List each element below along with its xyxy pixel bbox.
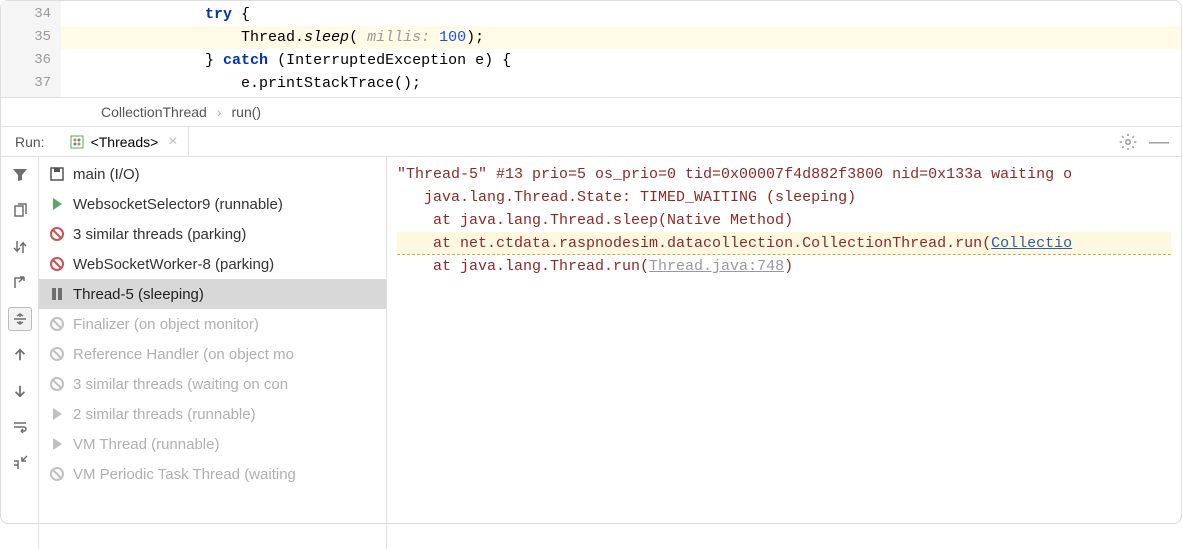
thread-label: WebSocketWorker-8 (parking) [73,256,274,273]
run-label: Run: [1,134,59,150]
thread-list[interactable]: main (I/O) WebsocketSelector9 (runnable) 3… [39,157,387,549]
copy-icon[interactable] [8,199,32,223]
code-line[interactable]: try { [61,3,1181,26]
thread-label: 3 similar threads (parking) [73,226,246,243]
thread-row[interactable]: Thread-5 (sleeping) [39,279,386,309]
tab-label: <Threads> [91,134,159,150]
gutter-line: 34 [7,3,51,26]
tab-threads[interactable]: <Threads> × [59,127,189,156]
code-line[interactable]: Thread.sleep( millis: 100); [61,26,1181,49]
thread-row[interactable]: VM Thread (runnable) [39,429,386,459]
socket-icon [49,346,65,362]
exit-icon[interactable] [8,451,32,475]
thread-label: WebsocketSelector9 (runnable) [73,196,283,213]
gear-icon[interactable] [1119,133,1137,151]
run-icon [49,196,65,212]
socket-icon [49,226,65,242]
close-icon[interactable]: × [168,133,177,151]
thread-label: VM Thread (runnable) [73,436,219,453]
down-arrow-icon[interactable] [8,379,32,403]
stack-trace-line[interactable]: java.lang.Thread.State: TIMED_WAITING (s… [397,186,1171,209]
breadcrumb[interactable]: CollectionThread › run() [1,98,1181,127]
socket-icon [49,376,65,392]
thread-row[interactable]: main (I/O) [39,159,386,189]
hide-icon[interactable]: — [1149,137,1169,147]
thread-row[interactable]: Reference Handler (on object mo [39,339,386,369]
thread-label: 3 similar threads (waiting on con [73,376,288,393]
thread-label: Finalizer (on object monitor) [73,316,259,333]
thread-row[interactable]: 3 similar threads (waiting on con [39,369,386,399]
socket-icon [49,316,65,332]
stack-trace-line[interactable]: at net.ctdata.raspnodesim.datacollection… [397,232,1171,255]
socket-icon [49,466,65,482]
thread-label: VM Periodic Task Thread (waiting [73,466,296,483]
sort-icon[interactable] [8,235,32,259]
run-header: Run: <Threads> × — [1,127,1181,157]
gutter-line: 36 [7,49,51,72]
thread-row[interactable]: WebSocketWorker-8 (parking) [39,249,386,279]
editor: 34353637 try { Thread.sleep( millis: 100… [1,1,1181,98]
code-line[interactable]: e.printStackTrace(); [61,72,1181,95]
thread-label: 2 similar threads (runnable) [73,406,256,423]
chevron-right-icon: › [217,104,222,120]
stack-trace-line[interactable]: "Thread-5" #13 prio=5 os_prio=0 tid=0x00… [397,163,1171,186]
thread-row[interactable]: Finalizer (on object monitor) [39,309,386,339]
line-gutter: 34353637 [1,1,61,97]
thread-dump-panel[interactable]: "Thread-5" #13 prio=5 os_prio=0 tid=0x00… [387,157,1181,549]
source-link[interactable]: Collectio [991,235,1072,252]
thread-row[interactable]: 3 similar threads (parking) [39,219,386,249]
breadcrumb-method[interactable]: run() [232,104,262,120]
thread-label: Thread-5 (sleeping) [73,286,204,303]
code-line[interactable]: } catch (InterruptedException e) { [61,49,1181,72]
source-link[interactable]: Thread.java:748 [649,258,784,275]
code-content[interactable]: try { Thread.sleep( millis: 100); } catc… [61,1,1181,97]
save-icon [49,166,65,182]
gutter-line: 37 [7,72,51,95]
run-toolwindow: main (I/O) WebsocketSelector9 (runnable) 3… [1,157,1181,549]
breadcrumb-class[interactable]: CollectionThread [101,104,207,120]
thread-row[interactable]: VM Periodic Task Thread (waiting [39,459,386,489]
pause-icon [49,286,65,302]
vertical-toolbar [1,157,39,549]
wrap-icon[interactable] [8,415,32,439]
split-icon[interactable] [8,307,32,331]
thread-row[interactable]: WebsocketSelector9 (runnable) [39,189,386,219]
gutter-line: 35 [7,26,51,49]
thread-row[interactable]: 2 similar threads (runnable) [39,399,386,429]
run-icon [49,406,65,422]
dump-icon [69,134,85,150]
stack-trace-line[interactable]: at java.lang.Thread.run(Thread.java:748) [397,255,1171,278]
socket-icon [49,256,65,272]
export-icon[interactable] [8,271,32,295]
run-icon [49,436,65,452]
up-arrow-icon[interactable] [8,343,32,367]
thread-label: main (I/O) [73,166,140,183]
filter-icon[interactable] [8,163,32,187]
stack-trace-line[interactable]: at java.lang.Thread.sleep(Native Method) [397,209,1171,232]
thread-label: Reference Handler (on object mo [73,346,294,363]
